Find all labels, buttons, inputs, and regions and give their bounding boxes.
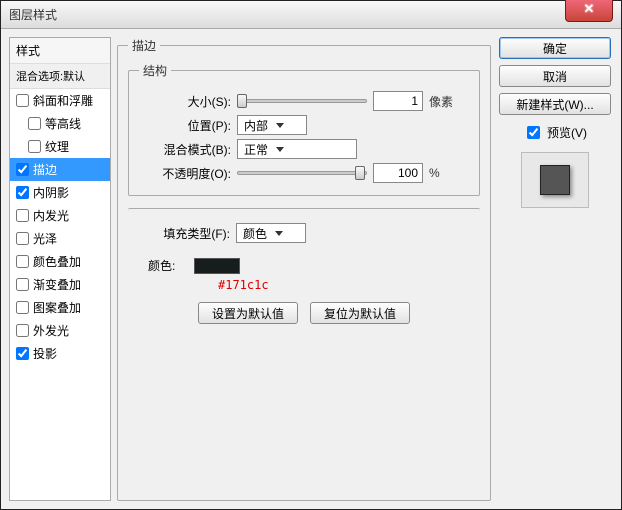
style-item-label: 等高线 xyxy=(45,115,81,132)
style-item-checkbox[interactable] xyxy=(16,278,29,291)
style-item[interactable]: 投影 xyxy=(10,342,110,365)
style-item-checkbox[interactable] xyxy=(16,186,29,199)
preview-box xyxy=(521,152,589,208)
stroke-group: 描边 结构 大小(S): 像素 位置(P): 内部 xyxy=(117,37,491,501)
style-item-label: 斜面和浮雕 xyxy=(33,92,93,109)
style-item-checkbox[interactable] xyxy=(16,163,29,176)
stroke-group-label: 描边 xyxy=(128,37,160,54)
style-item-label: 内阴影 xyxy=(33,184,69,201)
size-unit: 像素 xyxy=(429,93,453,110)
style-item[interactable]: 外发光 xyxy=(10,319,110,342)
style-item-label: 光泽 xyxy=(33,230,57,247)
style-item-checkbox[interactable] xyxy=(16,94,29,107)
style-item-checkbox[interactable] xyxy=(16,324,29,337)
style-item-checkbox[interactable] xyxy=(16,255,29,268)
cancel-button[interactable]: 取消 xyxy=(499,65,611,87)
color-label: 颜色: xyxy=(148,257,188,274)
style-item[interactable]: 描边 xyxy=(10,158,110,181)
set-default-button[interactable]: 设置为默认值 xyxy=(198,302,298,324)
style-item-label: 投影 xyxy=(33,345,57,362)
style-item[interactable]: 颜色叠加 xyxy=(10,250,110,273)
blend-mode-select[interactable]: 正常 xyxy=(237,139,357,159)
window-title: 图层样式 xyxy=(9,6,565,23)
opacity-slider[interactable] xyxy=(237,165,367,181)
style-list: 样式 混合选项:默认 斜面和浮雕等高线纹理描边内阴影内发光光泽颜色叠加渐变叠加图… xyxy=(9,37,111,501)
structure-group: 结构 大小(S): 像素 位置(P): 内部 xyxy=(128,62,480,196)
style-item[interactable]: 光泽 xyxy=(10,227,110,250)
style-item-checkbox[interactable] xyxy=(28,117,41,130)
style-item-label: 渐变叠加 xyxy=(33,276,81,293)
opacity-input[interactable] xyxy=(373,163,423,183)
opacity-unit: % xyxy=(429,166,440,180)
size-slider[interactable] xyxy=(237,93,367,109)
style-item-label: 描边 xyxy=(33,161,57,178)
style-item[interactable]: 渐变叠加 xyxy=(10,273,110,296)
sidebar-header: 样式 xyxy=(10,38,110,64)
new-style-button[interactable]: 新建样式(W)... xyxy=(499,93,611,115)
chevron-down-icon xyxy=(276,147,284,152)
layer-style-dialog: 图层样式 样式 混合选项:默认 斜面和浮雕等高线纹理描边内阴影内发光光泽颜色叠加… xyxy=(0,0,622,510)
dialog-body: 样式 混合选项:默认 斜面和浮雕等高线纹理描边内阴影内发光光泽颜色叠加渐变叠加图… xyxy=(1,29,621,509)
size-input[interactable] xyxy=(373,91,423,111)
position-select[interactable]: 内部 xyxy=(237,115,307,135)
style-item-checkbox[interactable] xyxy=(16,209,29,222)
reset-default-button[interactable]: 复位为默认值 xyxy=(310,302,410,324)
style-item-label: 图案叠加 xyxy=(33,299,81,316)
style-item[interactable]: 内阴影 xyxy=(10,181,110,204)
blend-mode-label: 混合模式(B): xyxy=(139,141,231,158)
style-item[interactable]: 图案叠加 xyxy=(10,296,110,319)
preview-swatch xyxy=(540,165,570,195)
style-item-checkbox[interactable] xyxy=(16,232,29,245)
size-label: 大小(S): xyxy=(139,93,231,110)
right-panel: 确定 取消 新建样式(W)... 预览(V) xyxy=(497,37,613,501)
style-item-label: 纹理 xyxy=(45,138,69,155)
style-item-label: 颜色叠加 xyxy=(33,253,81,270)
style-item[interactable]: 等高线 xyxy=(10,112,110,135)
style-item-checkbox[interactable] xyxy=(28,140,41,153)
preview-checkbox-input[interactable] xyxy=(527,126,540,139)
style-item-checkbox[interactable] xyxy=(16,301,29,314)
style-item[interactable]: 内发光 xyxy=(10,204,110,227)
color-hex-annotation: #171c1c xyxy=(218,278,470,292)
opacity-label: 不透明度(O): xyxy=(139,165,231,182)
style-item-checkbox[interactable] xyxy=(16,347,29,360)
ok-button[interactable]: 确定 xyxy=(499,37,611,59)
position-label: 位置(P): xyxy=(139,117,231,134)
fill-type-select[interactable]: 颜色 xyxy=(236,223,306,243)
close-button[interactable] xyxy=(565,0,613,22)
chevron-down-icon xyxy=(275,231,283,236)
settings-panel: 描边 结构 大小(S): 像素 位置(P): 内部 xyxy=(117,37,491,501)
style-item[interactable]: 斜面和浮雕 xyxy=(10,89,110,112)
blending-options[interactable]: 混合选项:默认 xyxy=(10,64,110,89)
chevron-down-icon xyxy=(276,123,284,128)
style-item-label: 外发光 xyxy=(33,322,69,339)
color-swatch[interactable] xyxy=(194,258,240,274)
style-item[interactable]: 纹理 xyxy=(10,135,110,158)
fill-group: 填充类型(F): 颜色 颜色: #171c1c 设置为默认值 复位为默认值 xyxy=(128,208,480,332)
fill-type-label: 填充类型(F): xyxy=(138,225,230,242)
style-item-label: 内发光 xyxy=(33,207,69,224)
titlebar: 图层样式 xyxy=(1,1,621,29)
structure-label: 结构 xyxy=(139,62,171,79)
preview-checkbox[interactable]: 预览(V) xyxy=(523,123,587,142)
